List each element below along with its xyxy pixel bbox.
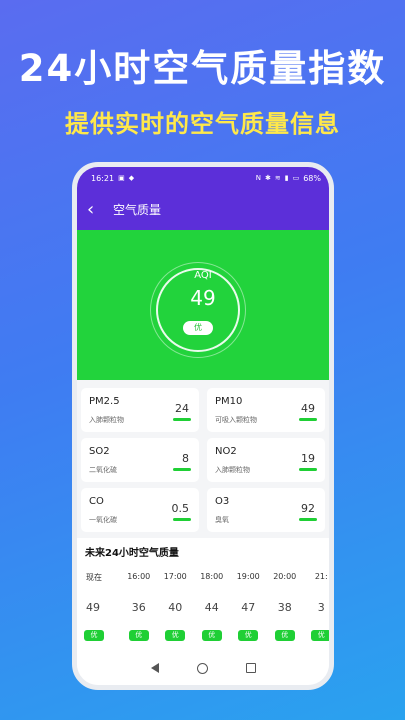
forecast-value: 44	[204, 601, 219, 614]
pollutant-name: PM10	[215, 396, 243, 407]
pollutant-desc: 入肺颗粒物	[89, 416, 124, 424]
pollutant-desc: 二氧化硫	[89, 466, 117, 474]
pollutant-name: SO2	[89, 446, 110, 457]
phone-frame: 16:21 ▣ ◆ N ✱ ≋ ▮ ▭ 68% ‹ 空气质量 AQI 49 优 …	[72, 162, 334, 690]
forecast-value: 36	[131, 601, 146, 614]
pollutant-card-pm10[interactable]: PM10 可吸入颗粒物 49	[207, 388, 325, 432]
status-bar: 16:21 ▣ ◆ N ✱ ≋ ▮ ▭ 68%	[77, 167, 329, 189]
forecast-level-badge: 优	[311, 630, 329, 641]
forecast-hour-item: 19:00 47 优	[230, 572, 267, 641]
aqi-value: 49	[190, 286, 216, 310]
nav-back-icon[interactable]	[150, 663, 159, 673]
pollutant-name: NO2	[215, 446, 237, 457]
nav-recents-icon[interactable]	[245, 663, 256, 673]
forecast-time: 16:00	[127, 572, 151, 581]
pollutant-name: O3	[215, 496, 230, 507]
pollutant-desc: 一氧化碳	[89, 516, 117, 524]
app-bar: ‹ 空气质量	[77, 189, 329, 230]
pollutant-name: CO	[89, 496, 104, 507]
pollutant-level-bar	[173, 468, 191, 471]
forecast-value: 47	[241, 601, 256, 614]
pollutant-value: 92	[301, 502, 315, 515]
shield-icon: ◆	[128, 174, 135, 182]
forecast-hour-item: 16:00 36 优	[121, 572, 158, 641]
pollutant-card-so2[interactable]: SO2 二氧化硫 8	[81, 438, 199, 482]
forecast-level-badge: 优	[238, 630, 259, 641]
status-time: 16:21	[91, 173, 115, 183]
pollutant-card-o3[interactable]: O3 臭氧 92	[207, 488, 325, 532]
aqi-label: AQI	[194, 270, 212, 281]
forecast-hour-item: 现在 49 优	[84, 572, 121, 641]
signal-icon: ▮	[284, 174, 289, 182]
battery-icon: ▭	[292, 174, 300, 182]
forecast-value: 40	[168, 601, 183, 614]
battery-level: 68%	[303, 173, 321, 183]
forecast-time: 18:00	[200, 572, 224, 581]
page-title: 空气质量	[113, 203, 162, 217]
forecast-time: 20:00	[273, 572, 297, 581]
pollutant-desc: 可吸入颗粒物	[215, 416, 257, 424]
pollutant-card-no2[interactable]: NO2 入肺颗粒物 19	[207, 438, 325, 482]
forecast-level-badge: 优	[165, 630, 186, 641]
forecast-time: 21:	[314, 572, 328, 581]
pollutant-card-pm25[interactable]: PM2.5 入肺颗粒物 24	[81, 388, 199, 432]
pollutant-desc: 臭氧	[215, 516, 229, 524]
pollutant-level-bar	[299, 468, 317, 471]
forecast-level-badge: 优	[84, 630, 104, 641]
forecast-level-badge: 优	[128, 630, 149, 641]
aqi-panel: AQI 49 优	[77, 230, 329, 380]
promo-title: 24小时空气质量指数	[18, 47, 387, 90]
pollutant-value: 49	[301, 402, 315, 415]
nav-home-icon[interactable]	[196, 662, 208, 674]
pollutant-desc: 入肺颗粒物	[215, 466, 250, 474]
system-nav-bar	[77, 651, 329, 685]
pollutant-level-bar	[173, 418, 191, 421]
forecast-level-badge: 优	[274, 630, 295, 641]
notification-icon: ▣	[118, 174, 125, 182]
bluetooth-icon: ✱	[264, 174, 271, 182]
forecast-hour-item: 18:00 44 优	[194, 572, 231, 641]
pollutant-value: 8	[182, 452, 189, 465]
forecast-level-badge: 优	[201, 630, 222, 641]
forecast-time: 19:00	[236, 572, 260, 581]
forecast-hour-item: 20:00 38 优	[267, 572, 304, 641]
pollutant-value: 0.5	[171, 502, 190, 515]
pollutant-level-bar	[173, 518, 191, 521]
promo-subtitle: 提供实时的空气质量信息	[65, 110, 340, 138]
pollutant-value: 19	[301, 452, 315, 465]
pollutant-level-bar	[299, 418, 317, 421]
wifi-icon: ≋	[274, 174, 281, 182]
aqi-level-badge: 优	[183, 321, 213, 335]
forecast-time: 17:00	[163, 572, 187, 581]
forecast-value: 49	[86, 601, 100, 614]
pollutant-grid: PM2.5 入肺颗粒物 24 PM10 可吸入颗粒物 49 SO2 二氧化硫 8…	[77, 380, 329, 538]
nfc-icon: N	[255, 174, 261, 182]
forecast-time: 现在	[86, 573, 102, 582]
forecast-hour-item: 21: 3 优	[303, 572, 329, 641]
pollutant-level-bar	[299, 518, 317, 521]
back-arrow-icon[interactable]: ‹	[87, 200, 113, 219]
pollutant-name: PM2.5	[89, 396, 120, 407]
pollutant-card-co[interactable]: CO 一氧化碳 0.5	[81, 488, 199, 532]
pollutant-value: 24	[175, 402, 189, 415]
forecast-value: 3	[317, 601, 325, 614]
forecast-hour-list[interactable]: 现在 49 优 16:00 36 优 17:00 40 优 18:00 44 优…	[77, 572, 329, 641]
forecast-hour-item: 17:00 40 优	[157, 572, 194, 641]
forecast-title: 未来24小时空气质量	[85, 548, 179, 559]
forecast-value: 38	[277, 601, 292, 614]
